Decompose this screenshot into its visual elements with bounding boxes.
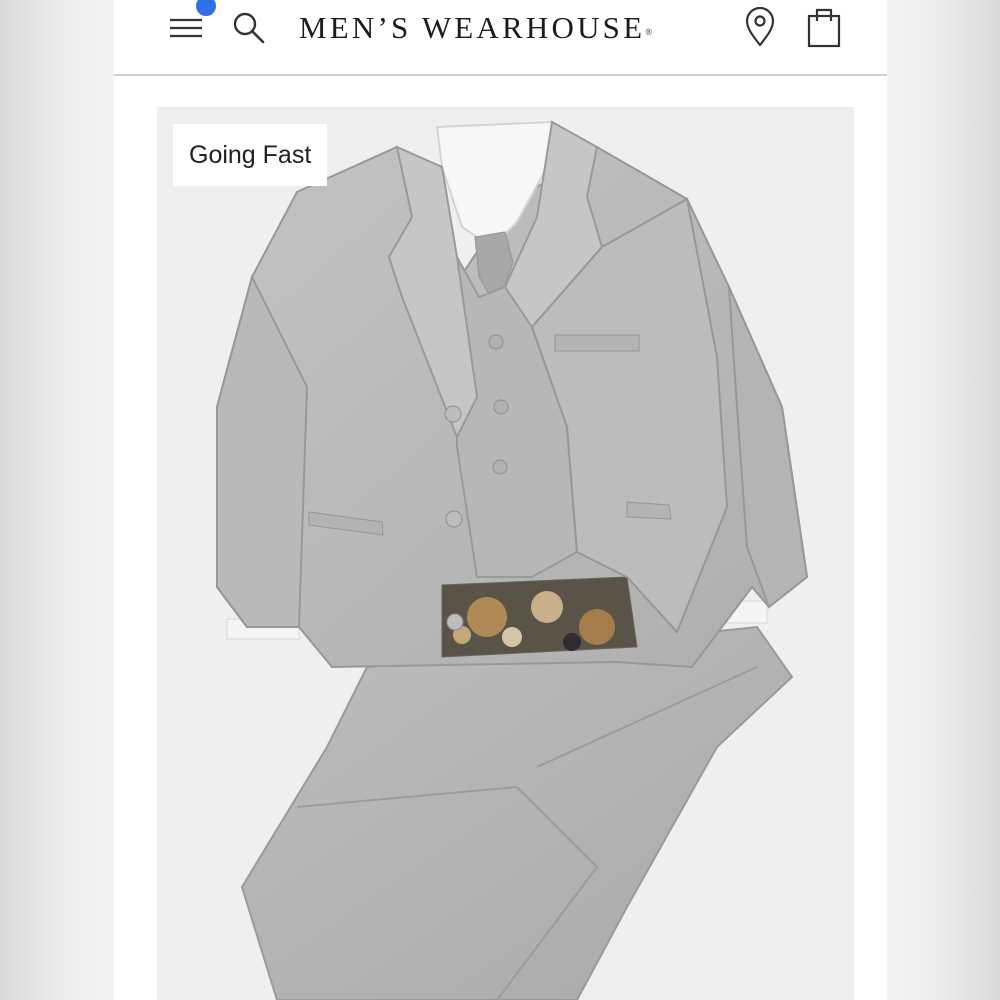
- brand-name: MEN’S WEARHOUSE: [299, 10, 646, 45]
- brand-logo[interactable]: MEN’S WEARHOUSE®: [299, 10, 719, 46]
- notification-dot: [194, 0, 218, 18]
- shopping-bag-button[interactable]: [804, 4, 844, 48]
- search-button[interactable]: [230, 8, 268, 46]
- product-image[interactable]: [157, 107, 854, 1000]
- search-icon: [233, 12, 265, 44]
- going-fast-badge: Going Fast: [173, 124, 328, 186]
- shopping-bag-icon: [807, 8, 841, 48]
- product-page: MEN’S WEARHOUSE® Going Fast: [114, 0, 887, 1000]
- location-pin-icon: [745, 6, 775, 47]
- registered-mark: ®: [645, 27, 653, 37]
- store-locator-button[interactable]: [742, 6, 778, 48]
- site-header: MEN’S WEARHOUSE®: [114, 0, 887, 76]
- product-image-container[interactable]: Going Fast: [157, 107, 854, 1000]
